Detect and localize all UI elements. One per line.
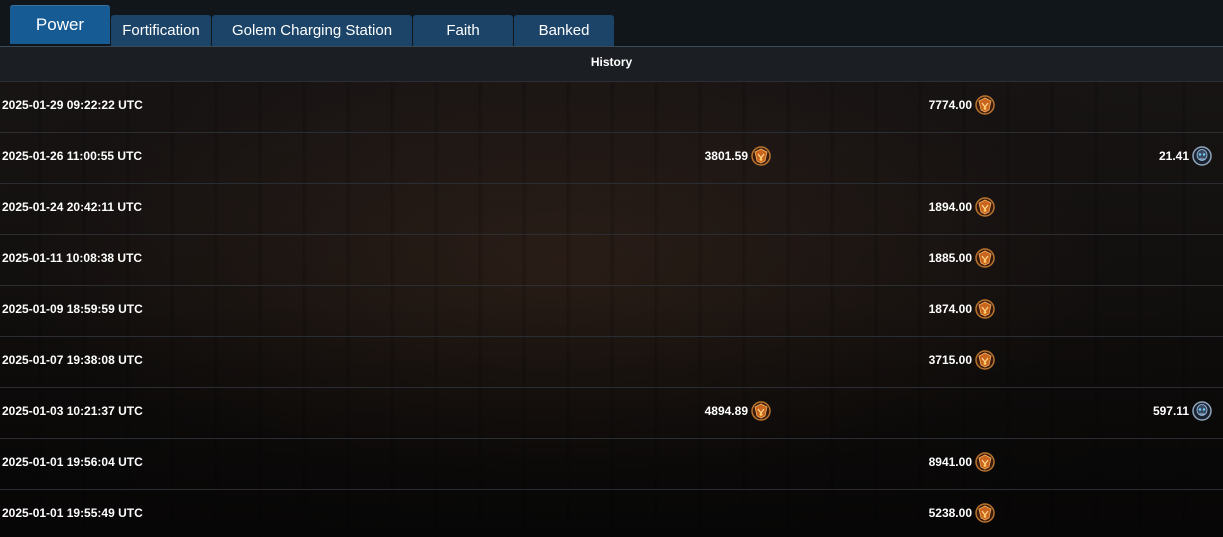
row-value-col2: 1874.00 (929, 299, 995, 319)
row-value-col1: 3801.59 (705, 146, 771, 166)
tab-bar: Power Fortification Golem Charging Stati… (0, 0, 1223, 47)
row-amount: 21.41 (1158, 149, 1189, 163)
row-amount: 1874.00 (928, 302, 972, 316)
history-header: History (0, 47, 1223, 82)
row-value-col3: 21.41 (1159, 146, 1212, 166)
row-value-col2: 1885.00 (929, 248, 995, 268)
table-row: 2025-01-09 18:59:59 UTC 1874.00 (0, 286, 1223, 337)
blue-skull-emblem-icon (1192, 401, 1212, 421)
bronze-emblem-icon (975, 503, 995, 523)
bronze-emblem-icon (751, 401, 771, 421)
row-timestamp: 2025-01-09 18:59:59 UTC (2, 302, 143, 316)
tab-faith[interactable]: Faith (413, 15, 513, 46)
table-row: 2025-01-01 19:56:04 UTC 8941.00 (0, 439, 1223, 490)
tab-fortification[interactable]: Fortification (111, 15, 211, 46)
row-amount: 3715.00 (928, 353, 972, 367)
bronze-emblem-icon (975, 452, 995, 472)
row-timestamp: 2025-01-24 20:42:11 UTC (2, 200, 143, 214)
table-row: 2025-01-07 19:38:08 UTC 3715.00 (0, 337, 1223, 388)
row-amount: 7774.00 (928, 98, 972, 112)
history-table: 2025-01-29 09:22:22 UTC 7774.00 2025-01-26… (0, 82, 1223, 537)
tab-banked[interactable]: Banked (514, 15, 614, 46)
row-timestamp: 2025-01-11 10:08:38 UTC (2, 251, 143, 265)
bronze-emblem-icon (975, 299, 995, 319)
power-history-page: Power Fortification Golem Charging Stati… (0, 0, 1223, 537)
row-value-col2: 1894.00 (929, 197, 995, 217)
row-value-col2: 7774.00 (929, 95, 995, 115)
tab-golem-charging-station[interactable]: Golem Charging Station (212, 15, 412, 46)
row-timestamp: 2025-01-01 19:55:49 UTC (2, 506, 143, 520)
bronze-emblem-icon (751, 146, 771, 166)
bronze-emblem-icon (975, 248, 995, 268)
row-timestamp: 2025-01-26 11:00:55 UTC (2, 149, 143, 163)
table-row: 2025-01-11 10:08:38 UTC 1885.00 (0, 235, 1223, 286)
row-amount: 1894.00 (928, 200, 972, 214)
table-row: 2025-01-03 10:21:37 UTC 4894.89 597.11 (0, 388, 1223, 439)
row-amount: 8941.00 (928, 455, 972, 469)
table-row: 2025-01-24 20:42:11 UTC 1894.00 (0, 184, 1223, 235)
row-timestamp: 2025-01-29 09:22:22 UTC (2, 98, 143, 112)
row-amount: 1885.00 (928, 251, 972, 265)
tab-power[interactable]: Power (10, 5, 110, 44)
table-row: 2025-01-01 19:55:49 UTC 5238.00 (0, 490, 1223, 537)
row-value-col1: 4894.89 (705, 401, 771, 421)
row-amount: 597.11 (1152, 404, 1189, 418)
row-amount: 4894.89 (704, 404, 748, 418)
bronze-emblem-icon (975, 95, 995, 115)
bronze-emblem-icon (975, 350, 995, 370)
row-timestamp: 2025-01-03 10:21:37 UTC (2, 404, 143, 418)
row-value-col2: 5238.00 (929, 503, 995, 523)
blue-skull-emblem-icon (1192, 146, 1212, 166)
table-row: 2025-01-26 11:00:55 UTC 3801.59 21.41 (0, 133, 1223, 184)
table-row: 2025-01-29 09:22:22 UTC 7774.00 (0, 82, 1223, 133)
row-amount: 3801.59 (704, 149, 748, 163)
row-value-col2: 3715.00 (929, 350, 995, 370)
row-value-col2: 8941.00 (929, 452, 995, 472)
row-value-col3: 597.11 (1153, 401, 1212, 421)
row-timestamp: 2025-01-01 19:56:04 UTC (2, 455, 143, 469)
row-amount: 5238.00 (928, 506, 972, 520)
row-timestamp: 2025-01-07 19:38:08 UTC (2, 353, 143, 367)
history-title: History (590, 55, 633, 69)
bronze-emblem-icon (975, 197, 995, 217)
